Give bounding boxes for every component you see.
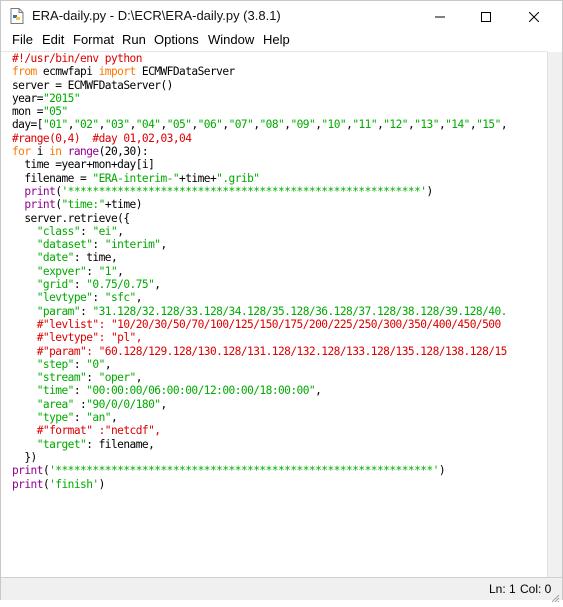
menu-window[interactable]: Window [208,32,254,47]
code-line: for i in range(20,30): [12,145,149,159]
code-line: "time": "00:00:00/06:00:00/12:00:00/18:0… [36,384,322,398]
code-line: "stream": "oper", [36,371,143,385]
code-line: "area" :"90/0/0/180", [36,397,167,411]
minimize-button[interactable] [417,1,463,31]
menu-file[interactable]: File [12,32,33,47]
python-file-icon [10,8,24,24]
title-bar[interactable]: ERA-daily.py - D:\ECR\ERA-daily.py (3.8.… [1,1,562,32]
close-icon [528,7,540,26]
code-line: year="2015" [12,91,81,105]
code-line: "levtype": "sfc", [36,291,143,305]
code-line: "date": time, [36,251,118,265]
code-line: from ecmwfapi import ECMWFDataServer [12,65,235,79]
window-title: ERA-daily.py - D:\ECR\ERA-daily.py (3.8.… [32,8,281,23]
code-line: #"levtype": "pl", [36,331,143,345]
code-line: #"param": "60.128/129.128/130.128/131.12… [36,344,508,358]
code-line: "grid": "0.75/0.75", [36,278,161,292]
code-line: #range(0,4) #day 01,02,03,04 [12,131,192,145]
code-line: #!/usr/bin/env python [12,52,142,65]
code-line: "class": "ei", [36,224,124,238]
code-line: }) [12,450,37,464]
minimize-icon [435,7,445,26]
maximize-icon [481,7,491,26]
code-line: print("time:"+time) [24,198,142,212]
maximize-button[interactable] [463,1,509,31]
status-bar: Ln: 1 Col: 0 [1,577,562,603]
code-text[interactable]: #!/usr/bin/env python from ecmwfapi impo… [12,52,508,491]
code-line: "type": "an", [36,411,118,425]
code-line: mon ="05" [12,105,68,119]
code-line: "step": "0", [36,357,112,371]
code-line: day=["01","02","03","04","05","06","07",… [12,118,508,132]
code-line: "dataset": "interim", [36,238,167,252]
code-editor[interactable]: #!/usr/bin/env python from ecmwfapi impo… [1,51,548,578]
menu-format[interactable]: Format [73,32,114,47]
resize-grip-icon[interactable] [550,588,560,603]
status-col: Col: 0 [520,582,552,596]
close-button[interactable] [511,1,557,31]
code-line: "target": filename, [36,437,155,451]
code-line: print('*********************************… [12,464,446,478]
code-line: print('finish') [12,477,105,491]
menu-help[interactable]: Help [263,32,290,47]
idle-editor-window: ERA-daily.py - D:\ECR\ERA-daily.py (3.8.… [0,0,563,603]
menu-bar: File Edit Format Run Options Window Help [1,31,562,51]
code-line: #"levlist": "10/20/30/50/70/100/125/150/… [36,317,501,331]
menu-edit[interactable]: Edit [42,32,64,47]
code-line: server.retrieve({ [12,211,130,225]
code-line: "param": "31.128/32.128/33.128/34.128/35… [36,304,508,318]
code-line: "expver": "1", [36,264,124,278]
code-line: filename = "ERA-interim-"+time+".grib" [12,171,260,185]
code-line: server = ECMWFDataServer() [12,78,173,92]
code-line: #"format" :"netcdf", [36,424,161,438]
menu-options[interactable]: Options [154,32,199,47]
code-line: print('*********************************… [24,184,433,198]
code-line: time =year+mon+day[i] [12,158,155,172]
menu-run[interactable]: Run [122,32,146,47]
status-line: Ln: 1 [489,582,516,596]
vertical-scrollbar[interactable] [547,52,562,577]
